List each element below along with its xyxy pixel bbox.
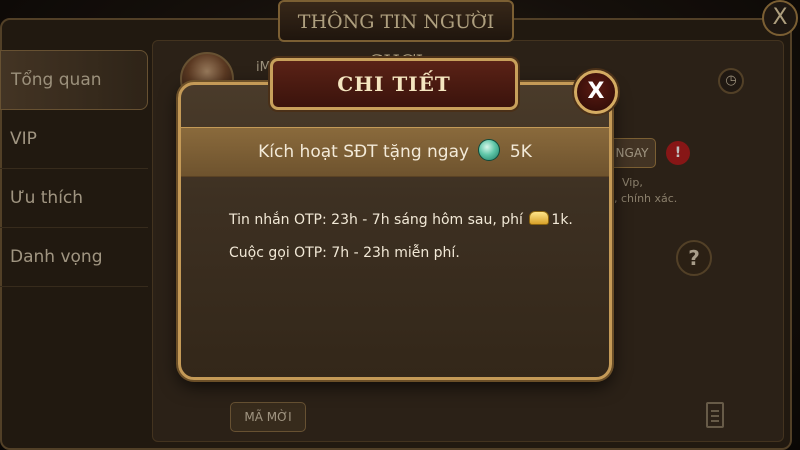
dialog-close-button[interactable]: X <box>574 70 618 114</box>
sms-otp-text: Tin nhắn OTP: 23h - 7h sáng hôm sau, phí <box>229 212 523 228</box>
gold-coin-icon <box>529 211 550 225</box>
dialog-title: CHI TIẾT <box>270 58 518 110</box>
sms-otp-line: Tin nhắn OTP: 23h - 7h sáng hôm sau, phí… <box>229 211 573 228</box>
activation-banner: Kích hoạt SĐT tặng ngay 5K <box>181 127 609 177</box>
gem-icon <box>478 139 501 161</box>
call-otp-line: Cuộc gọi OTP: 7h - 23h miễn phí. <box>229 245 460 261</box>
sms-otp-fee: 1k. <box>551 212 573 228</box>
activation-reward-amount: 5K <box>509 142 532 162</box>
detail-dialog: Kích hoạt SĐT tặng ngay 5K Tin nhắn OTP:… <box>178 82 612 380</box>
activation-banner-text: Kích hoạt SĐT tặng ngay 5K <box>181 128 609 176</box>
activation-text: Kích hoạt SĐT tặng ngay <box>258 142 470 162</box>
